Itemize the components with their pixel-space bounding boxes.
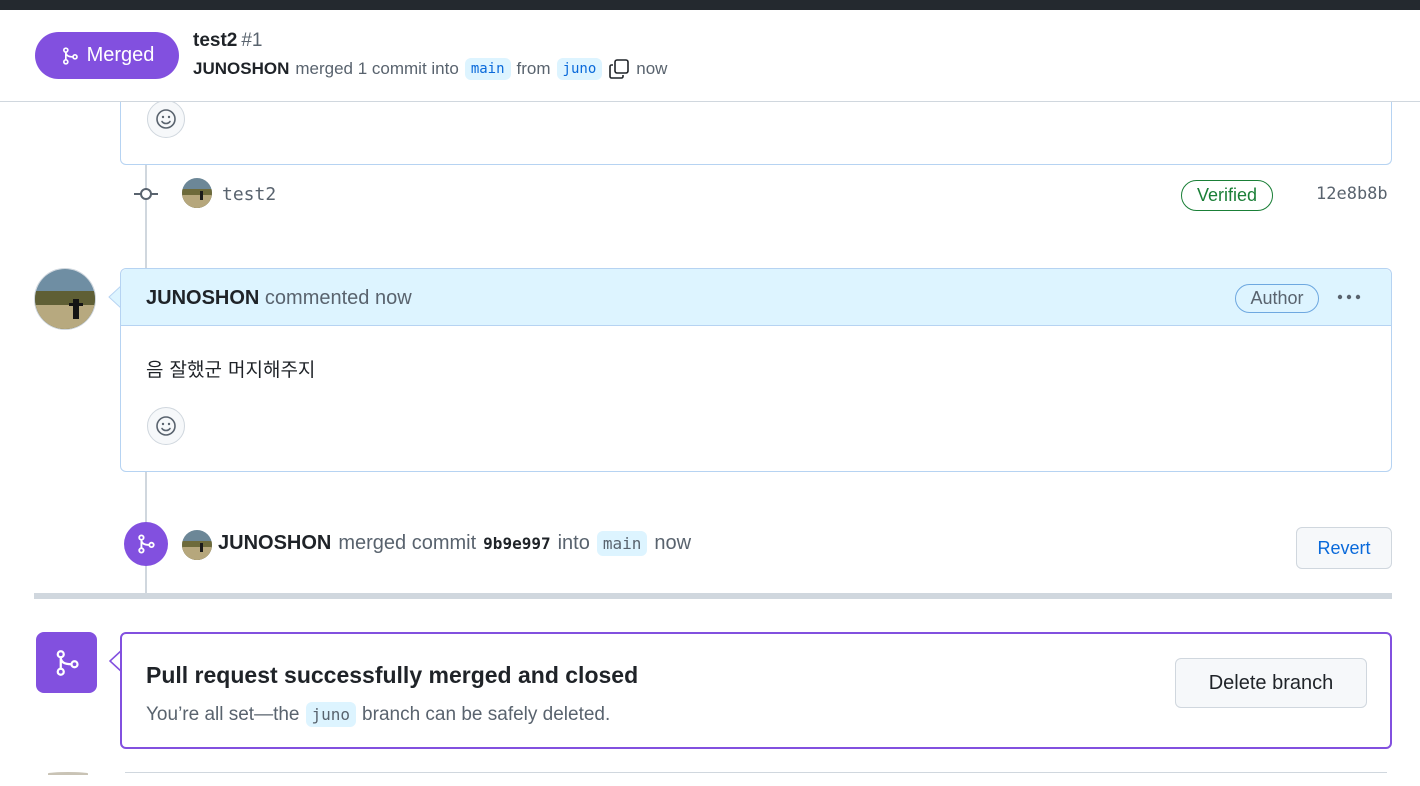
comment-options-button[interactable] — [1333, 285, 1365, 309]
merge-text-part: merged commit — [338, 532, 477, 554]
comment-author-link[interactable]: JUNOSHON — [146, 287, 259, 309]
git-commit-icon — [134, 188, 158, 200]
top-bar — [0, 0, 1420, 10]
git-merge-icon — [138, 534, 155, 554]
merger-link[interactable]: JUNOSHON — [218, 532, 331, 555]
timeline-line — [145, 165, 147, 268]
comment-action: commented now — [264, 287, 412, 309]
merger-avatar[interactable] — [182, 530, 212, 560]
merge-event-icon — [124, 522, 168, 566]
comment-body: 음 잘했군 머지해주지 — [146, 359, 316, 381]
pr-title: test2 #1 — [193, 30, 263, 52]
base-branch-link[interactable]: main — [464, 58, 511, 80]
pr-number: #1 — [241, 30, 263, 51]
git-merge-icon — [62, 46, 78, 65]
merged-status-box: Pull request successfully merged and clo… — [120, 632, 1392, 749]
next-avatar-edge — [48, 772, 88, 775]
author-badge: Author — [1235, 284, 1319, 313]
delete-branch-button[interactable]: Delete branch — [1175, 658, 1367, 708]
pr-time[interactable]: now — [636, 59, 667, 79]
pr-author-link[interactable]: JUNOSHON — [193, 59, 289, 79]
timeline-divider — [34, 593, 1392, 599]
add-reaction-button[interactable] — [147, 407, 185, 445]
smiley-icon — [156, 109, 176, 129]
merged-status-icon — [36, 632, 97, 693]
commit-author-avatar[interactable] — [182, 178, 212, 208]
comment-header: JUNOSHON commented now Author — [121, 269, 1391, 326]
pr-state-badge: Merged — [35, 32, 179, 79]
merge-commit-sha-link[interactable]: 9b9e997 — [483, 534, 550, 553]
deletable-branch[interactable]: juno — [305, 702, 357, 727]
pr-state-label: Merged — [86, 44, 155, 66]
next-item-border — [125, 772, 1387, 773]
add-reaction-button[interactable] — [147, 100, 185, 138]
sticky-pr-header: Merged test2 #1 JUNOSHON merged 1 commit … — [0, 10, 1420, 102]
comment-author-line: JUNOSHON commented now — [146, 287, 412, 310]
smiley-icon — [156, 416, 176, 436]
merge-event-text: JUNOSHON merged commit 9b9e997 into main… — [218, 531, 691, 556]
commit-sha-link[interactable]: 12e8b8b — [1316, 184, 1388, 204]
merged-desc-part: branch can be safely deleted. — [362, 703, 611, 725]
copy-icon[interactable] — [608, 58, 630, 80]
comment-author-avatar[interactable] — [34, 268, 96, 330]
verified-badge[interactable]: Verified — [1181, 180, 1273, 211]
merged-title: Pull request successfully merged and clo… — [146, 662, 639, 688]
pr-merged-text: merged 1 commit into — [295, 59, 459, 78]
merge-time[interactable]: now — [654, 532, 691, 555]
pr-title-text: test2 — [193, 30, 238, 51]
pr-from-text: from — [516, 59, 551, 78]
kebab-horizontal-icon — [1337, 294, 1361, 300]
pr-meta: JUNOSHON merged 1 commit into main from … — [193, 58, 667, 80]
commit-message-link[interactable]: test2 — [222, 184, 276, 205]
git-merge-icon — [56, 649, 79, 676]
merge-target-branch[interactable]: main — [596, 531, 648, 556]
revert-button[interactable]: Revert — [1296, 527, 1392, 569]
merged-desc-part: You’re all set—the — [146, 703, 300, 725]
head-branch-link[interactable]: juno — [556, 58, 603, 80]
merge-text-part: into — [557, 532, 590, 554]
comment-card: JUNOSHON commented now Author 음 잘했군 머지해주… — [120, 268, 1392, 472]
merged-description: You’re all set—the juno branch can be sa… — [146, 702, 610, 727]
